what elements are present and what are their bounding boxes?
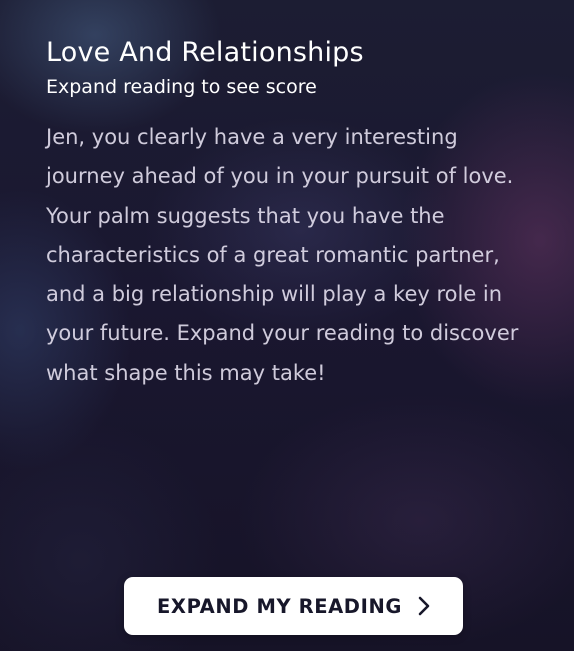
section-title: Love And Relationships xyxy=(46,37,364,68)
reading-section: Love And Relationships Expand reading to… xyxy=(46,36,541,393)
expand-reading-button[interactable]: EXPAND MY READING xyxy=(124,577,463,635)
section-subtitle: Expand reading to see score xyxy=(46,76,317,98)
reading-text: Jen, you clearly have a very interesting… xyxy=(46,125,519,385)
expand-reading-label: EXPAND MY READING xyxy=(157,594,402,618)
chevron-right-icon xyxy=(418,596,430,616)
